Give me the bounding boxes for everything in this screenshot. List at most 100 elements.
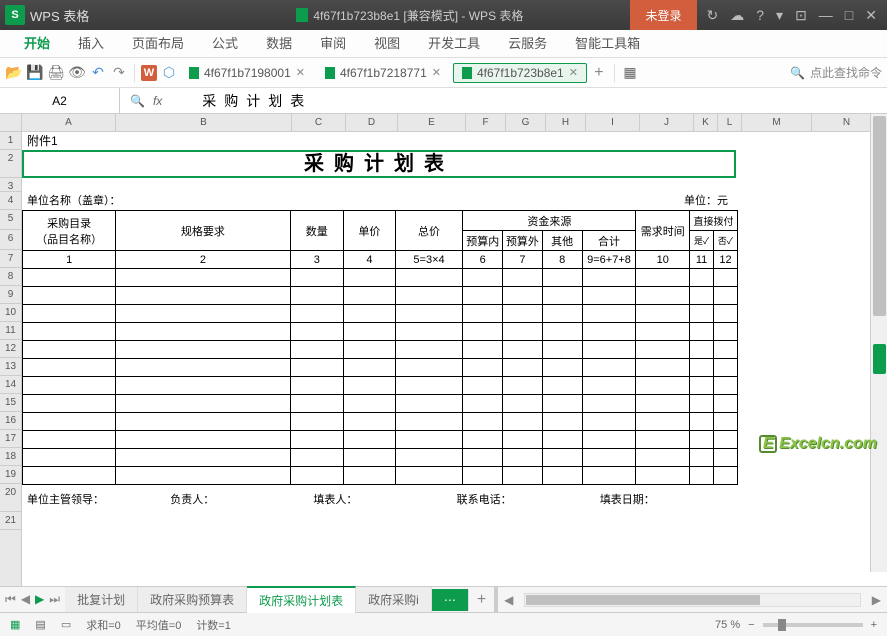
row-header[interactable]: 7 bbox=[0, 250, 21, 268]
cell[interactable] bbox=[23, 269, 116, 287]
index-cell[interactable]: 5=3×4 bbox=[395, 251, 463, 269]
cell[interactable] bbox=[713, 467, 737, 485]
hscroll-left-icon[interactable]: ◀ bbox=[498, 593, 519, 607]
doc-tab-2[interactable]: 4f67f1b7218771 ✕ bbox=[317, 64, 450, 82]
sig-leader[interactable]: 单位主管领导： bbox=[22, 491, 165, 507]
row-header[interactable]: 12 bbox=[0, 340, 21, 358]
redo-icon[interactable]: ↷ bbox=[110, 64, 128, 82]
cell[interactable] bbox=[395, 431, 463, 449]
menu-review[interactable]: 审阅 bbox=[306, 28, 360, 57]
cell[interactable] bbox=[463, 269, 503, 287]
cell[interactable] bbox=[290, 341, 344, 359]
skin-icon[interactable]: ▾ bbox=[776, 7, 783, 24]
formula-input[interactable]: 采购计划表 bbox=[172, 91, 312, 111]
cell[interactable] bbox=[344, 431, 396, 449]
name-box[interactable]: A2 bbox=[0, 88, 120, 113]
cell[interactable] bbox=[503, 305, 543, 323]
cell[interactable] bbox=[116, 305, 290, 323]
menu-grid-icon[interactable]: ▦ bbox=[621, 64, 639, 82]
cell-unit-currency[interactable]: 单位：元 bbox=[684, 192, 728, 210]
sheet-tab-2[interactable]: 政府采购预算表 bbox=[138, 587, 247, 612]
menu-start[interactable]: 开始 bbox=[10, 28, 64, 57]
save-icon[interactable]: 💾 bbox=[26, 64, 44, 82]
refresh-icon[interactable]: ↻ bbox=[707, 7, 719, 24]
cell[interactable] bbox=[116, 323, 290, 341]
cell[interactable] bbox=[395, 449, 463, 467]
first-sheet-icon[interactable]: ⏮ bbox=[5, 592, 16, 607]
th-budget-in[interactable]: 预算内 bbox=[463, 231, 503, 251]
view-normal-icon[interactable]: ▦ bbox=[10, 618, 20, 631]
select-all-corner[interactable] bbox=[0, 114, 21, 132]
cell[interactable] bbox=[290, 377, 344, 395]
cloud-icon[interactable]: ☁ bbox=[730, 7, 744, 24]
row-header[interactable]: 10 bbox=[0, 304, 21, 322]
undo-icon[interactable]: ↶ bbox=[89, 64, 107, 82]
box-icon[interactable]: ⊡ bbox=[795, 7, 807, 24]
cell[interactable] bbox=[582, 449, 636, 467]
cell[interactable] bbox=[395, 287, 463, 305]
index-cell[interactable]: 2 bbox=[116, 251, 290, 269]
fx-label[interactable]: fx bbox=[153, 94, 162, 108]
cell[interactable] bbox=[290, 359, 344, 377]
cell[interactable] bbox=[503, 431, 543, 449]
cell[interactable] bbox=[463, 341, 503, 359]
minimize-icon[interactable]: — bbox=[819, 7, 833, 23]
cell[interactable] bbox=[542, 431, 582, 449]
cell[interactable] bbox=[116, 413, 290, 431]
cell[interactable] bbox=[395, 269, 463, 287]
column-header[interactable]: G bbox=[506, 114, 546, 131]
cell[interactable] bbox=[542, 467, 582, 485]
menu-page-layout[interactable]: 页面布局 bbox=[118, 28, 198, 57]
cell[interactable] bbox=[582, 467, 636, 485]
row-header[interactable]: 21 bbox=[0, 512, 21, 530]
cell[interactable] bbox=[636, 413, 690, 431]
th-no[interactable]: 否✓ bbox=[713, 231, 737, 251]
cell[interactable] bbox=[542, 305, 582, 323]
th-funding[interactable]: 资金来源 bbox=[463, 211, 636, 231]
cell[interactable] bbox=[542, 269, 582, 287]
menu-dev-tools[interactable]: 开发工具 bbox=[414, 28, 494, 57]
cell[interactable] bbox=[503, 359, 543, 377]
column-header[interactable]: A bbox=[22, 114, 116, 131]
row-header[interactable]: 3 bbox=[0, 178, 21, 192]
cell[interactable] bbox=[503, 341, 543, 359]
cell[interactable] bbox=[713, 431, 737, 449]
cell[interactable] bbox=[503, 377, 543, 395]
row-header[interactable]: 1 bbox=[0, 132, 21, 150]
cell[interactable] bbox=[542, 377, 582, 395]
row-header[interactable]: 11 bbox=[0, 322, 21, 340]
cell[interactable] bbox=[542, 323, 582, 341]
menu-insert[interactable]: 插入 bbox=[64, 28, 118, 57]
index-cell[interactable]: 9=6+7+8 bbox=[582, 251, 636, 269]
cell[interactable] bbox=[395, 467, 463, 485]
sig-responsible[interactable]: 负责人： bbox=[165, 491, 308, 507]
cell[interactable] bbox=[116, 467, 290, 485]
cell[interactable] bbox=[690, 359, 714, 377]
index-cell[interactable]: 1 bbox=[23, 251, 116, 269]
index-cell[interactable]: 6 bbox=[463, 251, 503, 269]
cell[interactable] bbox=[690, 377, 714, 395]
open-icon[interactable]: 📂 bbox=[5, 64, 23, 82]
cell[interactable] bbox=[582, 395, 636, 413]
column-header[interactable]: E bbox=[398, 114, 466, 131]
view-page-icon[interactable]: ▤ bbox=[35, 618, 45, 631]
cell[interactable] bbox=[713, 377, 737, 395]
cell[interactable] bbox=[636, 323, 690, 341]
cell[interactable] bbox=[542, 341, 582, 359]
row-header[interactable]: 18 bbox=[0, 448, 21, 466]
cell[interactable] bbox=[582, 269, 636, 287]
cell[interactable] bbox=[582, 359, 636, 377]
th-category[interactable]: 采购目录 （品目名称） bbox=[23, 211, 116, 251]
preview-icon[interactable]: 👁 bbox=[68, 64, 86, 82]
cell[interactable] bbox=[636, 359, 690, 377]
command-search[interactable]: 🔍 点此查找命令 bbox=[790, 64, 882, 81]
th-yes[interactable]: 是✓ bbox=[690, 231, 714, 251]
cell[interactable] bbox=[690, 449, 714, 467]
row-header[interactable]: 20 bbox=[0, 484, 21, 512]
cell[interactable] bbox=[463, 413, 503, 431]
cell[interactable] bbox=[582, 287, 636, 305]
menu-view[interactable]: 视图 bbox=[360, 28, 414, 57]
cell[interactable] bbox=[344, 341, 396, 359]
cell[interactable] bbox=[636, 341, 690, 359]
cube-icon[interactable]: ⬡ bbox=[160, 64, 178, 82]
